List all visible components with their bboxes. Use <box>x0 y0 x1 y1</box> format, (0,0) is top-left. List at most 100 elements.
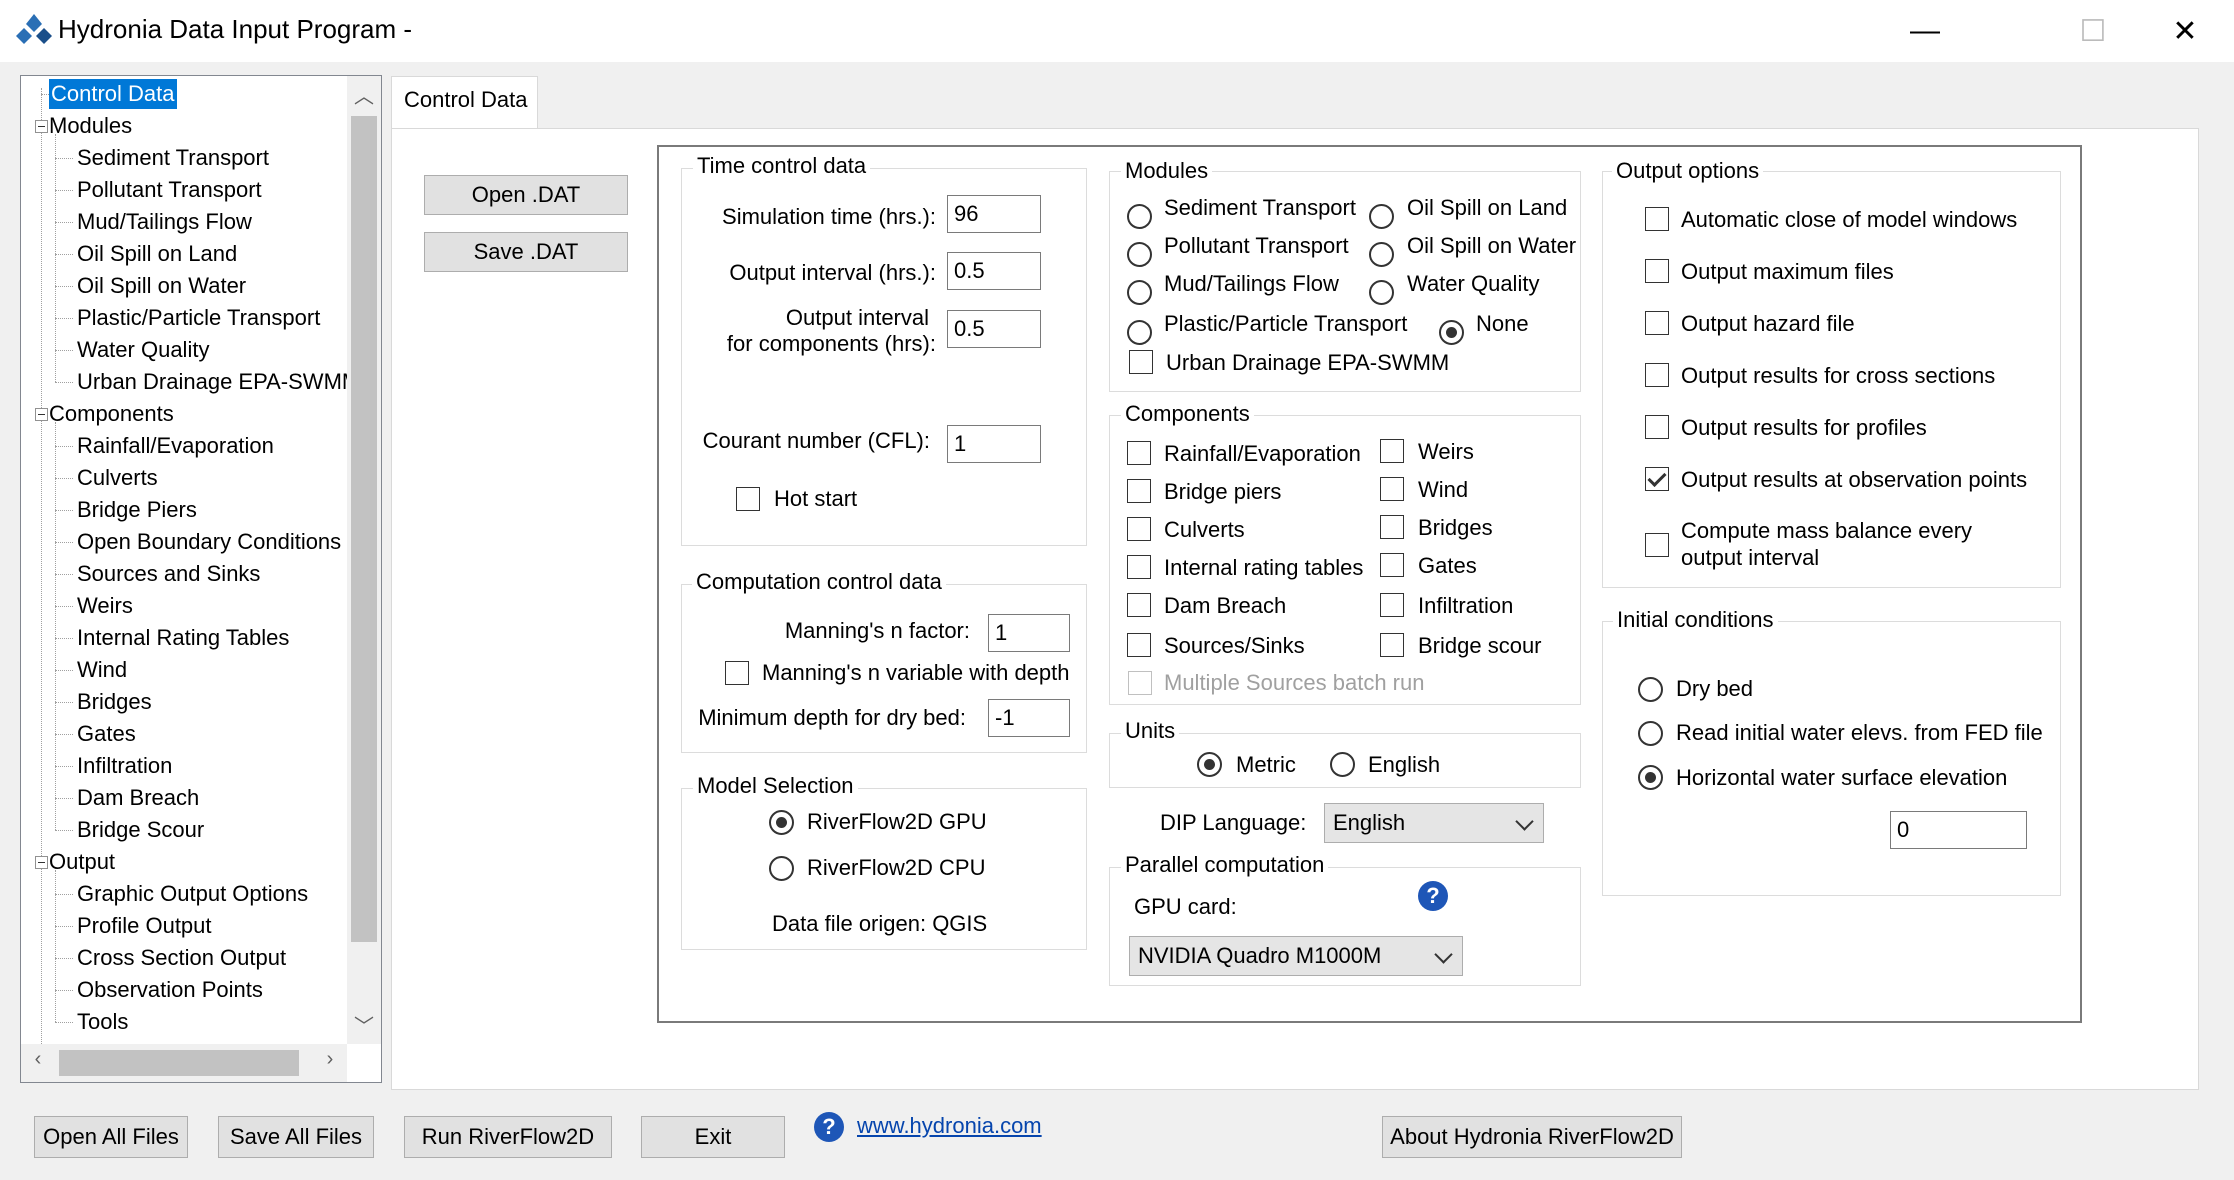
module-radio-mud-tailings-flow[interactable] <box>1127 280 1152 305</box>
module-radio-none[interactable] <box>1439 320 1464 345</box>
component-checkbox-internal-rating-tables[interactable] <box>1127 555 1151 579</box>
cpu-model-radio[interactable] <box>769 856 794 881</box>
tree-item-cross-section-output[interactable]: Cross Section Output <box>77 943 286 973</box>
tree-item-profile-output[interactable]: Profile Output <box>77 911 212 941</box>
tree-item-weirs[interactable]: Weirs <box>77 591 133 621</box>
tree-item-gates[interactable]: Gates <box>77 719 136 749</box>
module-radio-pollutant-transport[interactable] <box>1127 242 1152 267</box>
tree-item-bridge-scour[interactable]: Bridge Scour <box>77 815 204 845</box>
hydronia-website-link[interactable]: www.hydronia.com <box>857 1113 1042 1139</box>
module-radio-oil-spill-on-land[interactable] <box>1369 204 1394 229</box>
dry-bed-radio[interactable] <box>1638 677 1663 702</box>
open-all-files-button[interactable]: Open All Files <box>34 1116 188 1158</box>
courant-number-input[interactable]: 1 <box>947 425 1041 463</box>
urban-drainage-checkbox[interactable] <box>1129 350 1153 374</box>
mass-balance-checkbox[interactable] <box>1645 533 1669 557</box>
output-checkbox-output-results-at-observation-points[interactable] <box>1645 467 1669 491</box>
collapse-icon[interactable] <box>35 856 48 869</box>
maximize-button[interactable]: ☐ <box>2048 0 2138 62</box>
tree-item-culverts[interactable]: Culverts <box>77 463 158 493</box>
tree-item-output[interactable]: Output <box>49 847 115 877</box>
component-checkbox-sources-sinks[interactable] <box>1127 633 1151 657</box>
component-interval-input[interactable]: 0.5 <box>947 310 1041 348</box>
horizontal-surface-radio[interactable] <box>1638 765 1663 790</box>
water-elevation-input[interactable]: 0 <box>1890 811 2027 849</box>
tree-item-modules[interactable]: Modules <box>49 111 132 141</box>
tree-item-internal-rating-tables[interactable]: Internal Rating Tables <box>77 623 289 653</box>
tree-item-rainfall-evaporation[interactable]: Rainfall/Evaporation <box>77 431 274 461</box>
min-depth-input[interactable]: -1 <box>988 699 1070 737</box>
component-checkbox-culverts[interactable] <box>1127 517 1151 541</box>
tree-vertical-scrollbar[interactable]: ︿ ﹀ <box>347 76 381 1044</box>
tree-item-control-data[interactable]: Control Data <box>49 79 177 109</box>
tree-item-plastic-particle-transport[interactable]: Plastic/Particle Transport <box>77 303 320 333</box>
tab-control-data[interactable]: Control Data <box>391 76 538 130</box>
read-fed-radio[interactable] <box>1638 721 1663 746</box>
tree-item-dam-breach[interactable]: Dam Breach <box>77 783 199 813</box>
hot-start-checkbox[interactable] <box>736 487 760 511</box>
tree-item-oil-spill-on-land[interactable]: Oil Spill on Land <box>77 239 237 269</box>
output-checkbox-output-results-for-profiles[interactable] <box>1645 415 1669 439</box>
manning-factor-input[interactable]: 1 <box>988 614 1070 652</box>
tree-item-oil-spill-on-water[interactable]: Oil Spill on Water <box>77 271 246 301</box>
component-checkbox-rainfall-evaporation[interactable] <box>1127 441 1151 465</box>
tree-item-wind[interactable]: Wind <box>77 655 127 685</box>
close-button[interactable]: ✕ <box>2140 0 2230 62</box>
tree-vertical-scroll-thumb[interactable] <box>351 116 377 942</box>
help-icon[interactable]: ? <box>814 1112 844 1142</box>
scroll-down-icon[interactable]: ﹀ <box>349 1010 379 1039</box>
tree-item-sediment-transport[interactable]: Sediment Transport <box>77 143 269 173</box>
collapse-icon[interactable] <box>35 408 48 421</box>
module-radio-water-quality[interactable] <box>1369 280 1394 305</box>
tree-horizontal-scroll-thumb[interactable] <box>59 1050 299 1076</box>
component-checkbox-gates[interactable] <box>1380 553 1404 577</box>
module-radio-oil-spill-on-water[interactable] <box>1369 242 1394 267</box>
component-checkbox-dam-breach[interactable] <box>1127 593 1151 617</box>
tree-horizontal-scrollbar[interactable]: ‹ › <box>21 1044 347 1082</box>
english-radio[interactable] <box>1330 752 1355 777</box>
tree-item-sources-and-sinks[interactable]: Sources and Sinks <box>77 559 260 589</box>
tree-item-graphic-output-options[interactable]: Graphic Output Options <box>77 879 308 909</box>
component-checkbox-wind[interactable] <box>1380 477 1404 501</box>
gpu-model-radio[interactable] <box>769 810 794 835</box>
tree-item-tools[interactable]: Tools <box>77 1007 128 1037</box>
scroll-left-icon[interactable]: ‹ <box>23 1048 53 1071</box>
save-dat-button[interactable]: Save .DAT <box>424 232 628 272</box>
help-icon[interactable]: ? <box>1418 881 1448 911</box>
component-checkbox-weirs[interactable] <box>1380 439 1404 463</box>
tree-item-bridges[interactable]: Bridges <box>77 687 152 717</box>
component-checkbox-bridges[interactable] <box>1380 515 1404 539</box>
save-all-files-button[interactable]: Save All Files <box>218 1116 374 1158</box>
tree-item-observation-points[interactable]: Observation Points <box>77 975 263 1005</box>
open-dat-button[interactable]: Open .DAT <box>424 175 628 215</box>
dip-language-select[interactable]: English <box>1324 803 1544 843</box>
component-checkbox-bridge-scour[interactable] <box>1380 633 1404 657</box>
tree-item-infiltration[interactable]: Infiltration <box>77 751 172 781</box>
tree-item-pollutant-transport[interactable]: Pollutant Transport <box>77 175 262 205</box>
manning-variable-checkbox[interactable] <box>725 661 749 685</box>
tree-item-open-boundary-conditions[interactable]: Open Boundary Conditions <box>77 527 341 557</box>
scroll-up-icon[interactable]: ︿ <box>349 80 379 109</box>
scroll-right-icon[interactable]: › <box>315 1048 345 1071</box>
output-checkbox-output-maximum-files[interactable] <box>1645 259 1669 283</box>
run-riverflow-button[interactable]: Run RiverFlow2D <box>404 1116 612 1158</box>
output-checkbox-automatic-close-of-model-windows[interactable] <box>1645 207 1669 231</box>
metric-radio[interactable] <box>1197 752 1222 777</box>
multiple-sources-checkbox[interactable] <box>1128 671 1152 695</box>
module-radio-sediment-transport[interactable] <box>1127 204 1152 229</box>
tree-item-urban-drainage-epa-swmm[interactable]: Urban Drainage EPA-SWMM <box>77 367 347 397</box>
output-interval-input[interactable]: 0.5 <box>947 252 1041 290</box>
gpu-card-select[interactable]: NVIDIA Quadro M1000M <box>1129 936 1463 976</box>
tree-item-water-quality[interactable]: Water Quality <box>77 335 209 365</box>
tree-item-components[interactable]: Components <box>49 399 174 429</box>
about-button[interactable]: About Hydronia RiverFlow2D <box>1382 1116 1682 1158</box>
navigation-tree[interactable]: Control Data Modules Sediment Transport Pol… <box>20 75 382 1083</box>
output-checkbox-output-hazard-file[interactable] <box>1645 311 1669 335</box>
minimize-button[interactable]: — <box>1880 0 1970 62</box>
output-checkbox-output-results-for-cross-sections[interactable] <box>1645 363 1669 387</box>
tree-item-bridge-piers[interactable]: Bridge Piers <box>77 495 197 525</box>
collapse-icon[interactable] <box>35 120 48 133</box>
exit-button[interactable]: Exit <box>641 1116 785 1158</box>
component-checkbox-bridge-piers[interactable] <box>1127 479 1151 503</box>
component-checkbox-infiltration[interactable] <box>1380 593 1404 617</box>
